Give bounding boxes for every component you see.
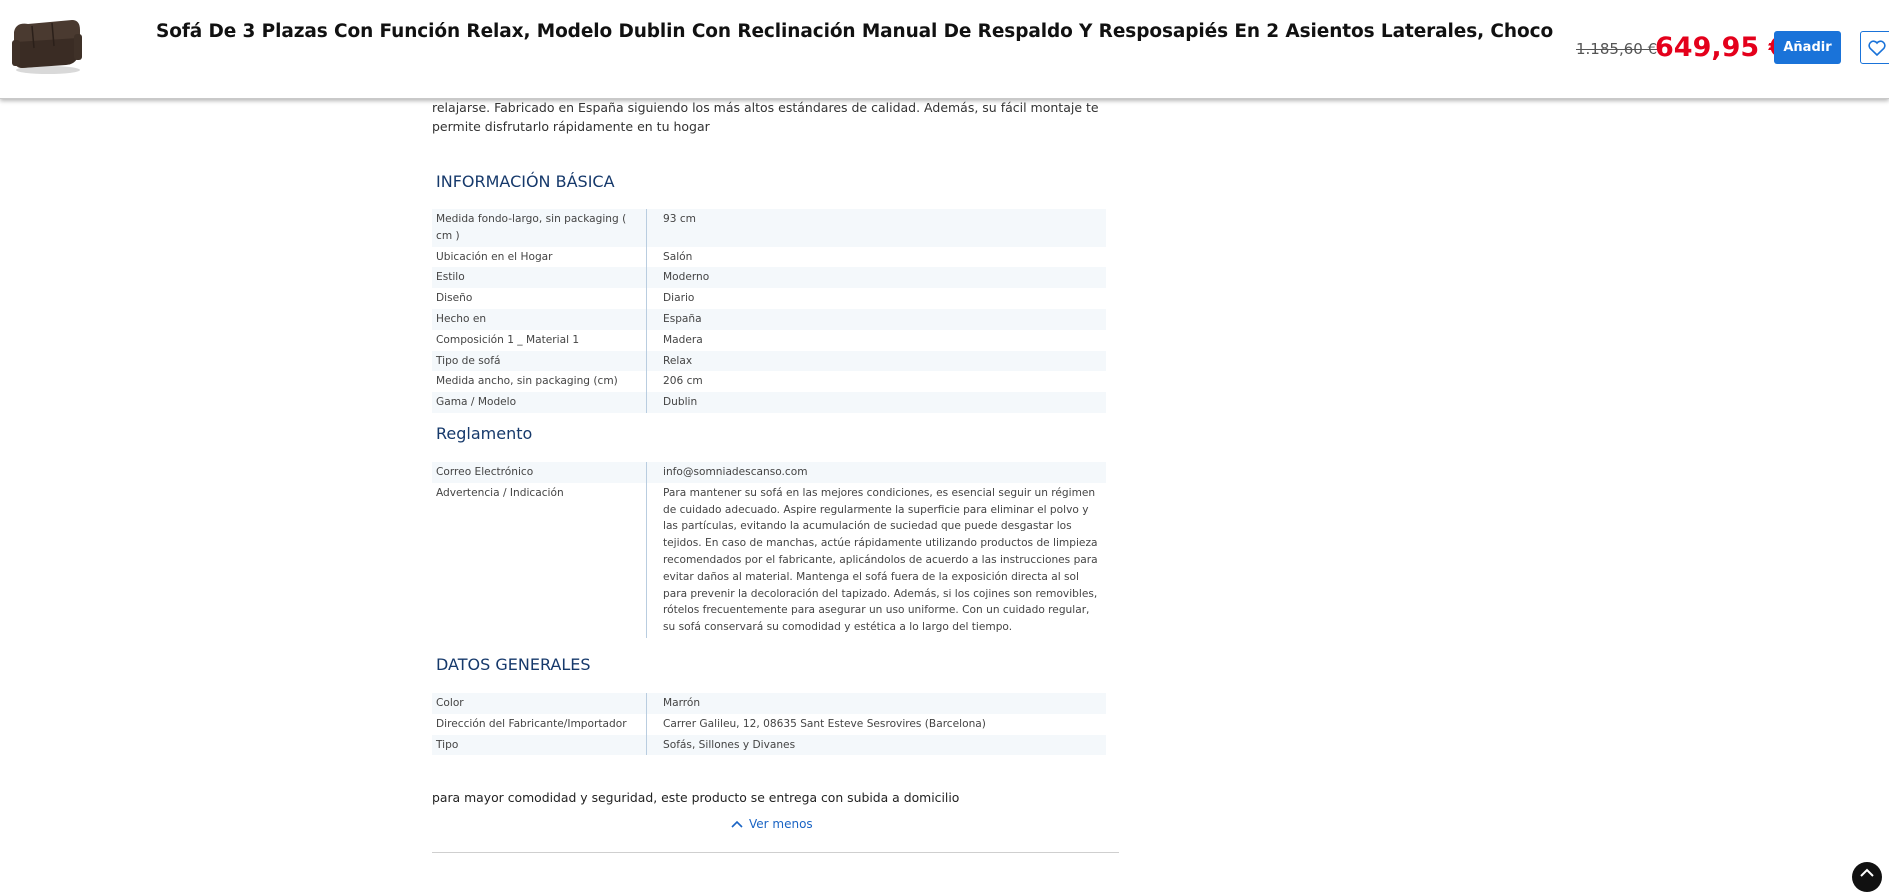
spec-value: España: [646, 308, 1106, 330]
old-price: 1.185,60 €: [1576, 40, 1658, 58]
table-row: Composición 1 _ Material 1 Madera: [432, 329, 1106, 351]
spec-key: Correo Electrónico: [432, 462, 647, 483]
spec-value: Diario: [663, 292, 695, 305]
scroll-top-button[interactable]: [1852, 862, 1882, 892]
spec-value: Carrer Galileu, 12, 08635 Sant Esteve Se…: [663, 717, 986, 730]
spec-value: Salón: [663, 250, 693, 263]
table-row: Ubicación en el Hogar Salón: [432, 246, 1106, 268]
table-row: Hecho en España: [432, 308, 1106, 330]
table-row: Dirección del Fabricante/Importador Carre…: [432, 713, 1106, 735]
spec-key: Ubicación en el Hogar: [432, 246, 647, 268]
spec-key: Estilo: [432, 267, 647, 289]
spec-key: Advertencia / Indicación: [432, 482, 647, 638]
section-title-reglamento: Reglamento: [436, 424, 533, 443]
table-row: Gama / Modelo Dublin: [432, 392, 1106, 413]
add-to-cart-button[interactable]: Añadir: [1774, 31, 1841, 64]
favorite-button[interactable]: [1860, 31, 1889, 64]
spec-value: Dublin: [646, 392, 1106, 413]
product-thumbnail[interactable]: [8, 12, 84, 76]
current-price: 649,95 €: [1655, 32, 1788, 63]
spec-table-informacion-basica: Medida fondo-largo, sin packaging ( cm )…: [432, 209, 1106, 413]
section-title-informacion-basica: INFORMACIÓN BÁSICA: [436, 172, 615, 191]
chevron-up-icon: [731, 817, 743, 831]
product-description: relajarse. Fabricado en España siguiendo…: [432, 100, 1099, 134]
spec-key: Tipo de sofá: [432, 350, 647, 372]
table-row: Correo Electrónico info@somniadescanso.co…: [432, 462, 1106, 483]
product-title: Sofá De 3 Plazas Con Función Relax, Mode…: [156, 21, 1554, 42]
spec-value: 206 cm: [663, 375, 703, 388]
spec-value: Sofás, Sillones y Divanes: [646, 734, 1106, 756]
divider: [432, 852, 1119, 853]
spec-key: Composición 1 _ Material 1: [432, 329, 647, 351]
table-row: Tipo Sofás, Sillones y Divanes: [432, 734, 1106, 756]
delivery-note: para mayor comodidad y seguridad, este p…: [432, 790, 960, 805]
show-less-link[interactable]: Ver menos: [731, 817, 813, 831]
table-row: Medida fondo-largo, sin packaging ( cm )…: [432, 209, 1106, 247]
section-title-datos-generales: DATOS GENERALES: [436, 655, 591, 674]
table-row: Advertencia / Indicación Para mantener su…: [432, 482, 1106, 638]
table-row: Diseño Diario: [432, 288, 1106, 309]
table-row: Color Marrón: [432, 693, 1106, 714]
sticky-product-header: Sofá De 3 Plazas Con Función Relax, Mode…: [0, 0, 1889, 99]
spec-value: info@somniadescanso.com: [646, 462, 1106, 483]
spec-key: Medida fondo-largo, sin packaging ( cm ): [432, 209, 647, 247]
spec-value: Para mantener su sofá en las mejores con…: [663, 486, 1098, 634]
table-row: Medida ancho, sin packaging (cm) 206 cm: [432, 371, 1106, 393]
table-row: Tipo de sofá Relax: [432, 350, 1106, 372]
table-row: Estilo Moderno: [432, 267, 1106, 289]
spec-value: Marrón: [646, 693, 1106, 714]
spec-key: Gama / Modelo: [432, 392, 647, 413]
spec-key: Tipo: [432, 734, 647, 756]
spec-value: Madera: [663, 333, 703, 346]
spec-key: Hecho en: [432, 308, 647, 330]
spec-table-datos-generales: Color Marrón Dirección del Fabricante/Imp…: [432, 693, 1106, 756]
spec-value: Relax: [646, 350, 1106, 372]
spec-table-reglamento: Correo Electrónico info@somniadescanso.co…: [432, 462, 1106, 638]
spec-key: Diseño: [432, 288, 647, 309]
show-less-label: Ver menos: [749, 817, 813, 831]
spec-key: Dirección del Fabricante/Importador: [432, 713, 647, 735]
spec-key: Color: [432, 693, 647, 714]
spec-key: Medida ancho, sin packaging (cm): [432, 371, 647, 393]
spec-value: Moderno: [646, 267, 1106, 289]
spec-value: 93 cm: [646, 209, 1106, 247]
